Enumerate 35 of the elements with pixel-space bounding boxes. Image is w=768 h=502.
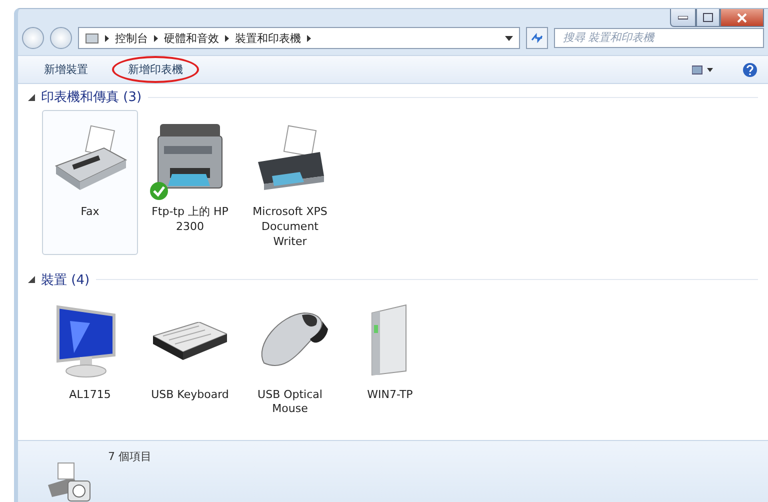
arrow-icon <box>105 34 109 42</box>
minimize-button[interactable] <box>670 9 696 27</box>
dropdown-icon[interactable] <box>505 36 513 40</box>
refresh-button[interactable] <box>526 27 548 49</box>
item-count: 7 個項目 <box>108 449 152 466</box>
device-item[interactable]: WIN7-TP <box>342 292 438 422</box>
group-header[interactable]: 裝置 (4) <box>41 270 90 289</box>
refresh-icon <box>530 32 544 44</box>
toolbar-button[interactable]: 新增裝置 <box>28 56 104 83</box>
breadcrumb[interactable]: 控制台 <box>115 30 148 46</box>
arrow-icon <box>307 34 311 42</box>
device-item[interactable]: Fax <box>42 110 138 255</box>
maximize-icon <box>703 13 713 22</box>
address-bar[interactable]: 控制台 硬體和音效 裝置和印表機 <box>78 27 520 49</box>
close-button[interactable] <box>720 9 764 27</box>
view-options-icon[interactable] <box>692 64 714 74</box>
arrow-icon <box>154 34 158 42</box>
device-item[interactable]: AL1715 <box>42 292 138 422</box>
device-item[interactable]: USB Optical Mouse <box>242 292 338 422</box>
group-header[interactable]: 印表機和傳真 (3) <box>41 88 142 106</box>
breadcrumb[interactable]: 硬體和音效 <box>164 30 219 46</box>
device-item[interactable]: Microsoft XPS Document Writer <box>242 110 338 255</box>
breadcrumb[interactable]: 裝置和印表機 <box>235 30 301 46</box>
maximize-button[interactable] <box>696 9 720 27</box>
device-item[interactable]: Ftp-tp 上的 HP 2300 <box>142 110 238 255</box>
close-icon <box>737 12 747 22</box>
search-field[interactable]: 搜尋 裝置和印表機 <box>554 28 764 48</box>
minimize-icon <box>678 16 688 20</box>
keyboard-icon <box>153 322 227 360</box>
folder-icon <box>85 32 99 44</box>
collapse-icon[interactable] <box>28 276 35 284</box>
collapse-icon[interactable] <box>28 94 35 100</box>
arrow-icon <box>225 34 229 42</box>
help-icon[interactable] <box>742 62 758 78</box>
device-item[interactable]: USB Keyboard <box>142 292 238 422</box>
